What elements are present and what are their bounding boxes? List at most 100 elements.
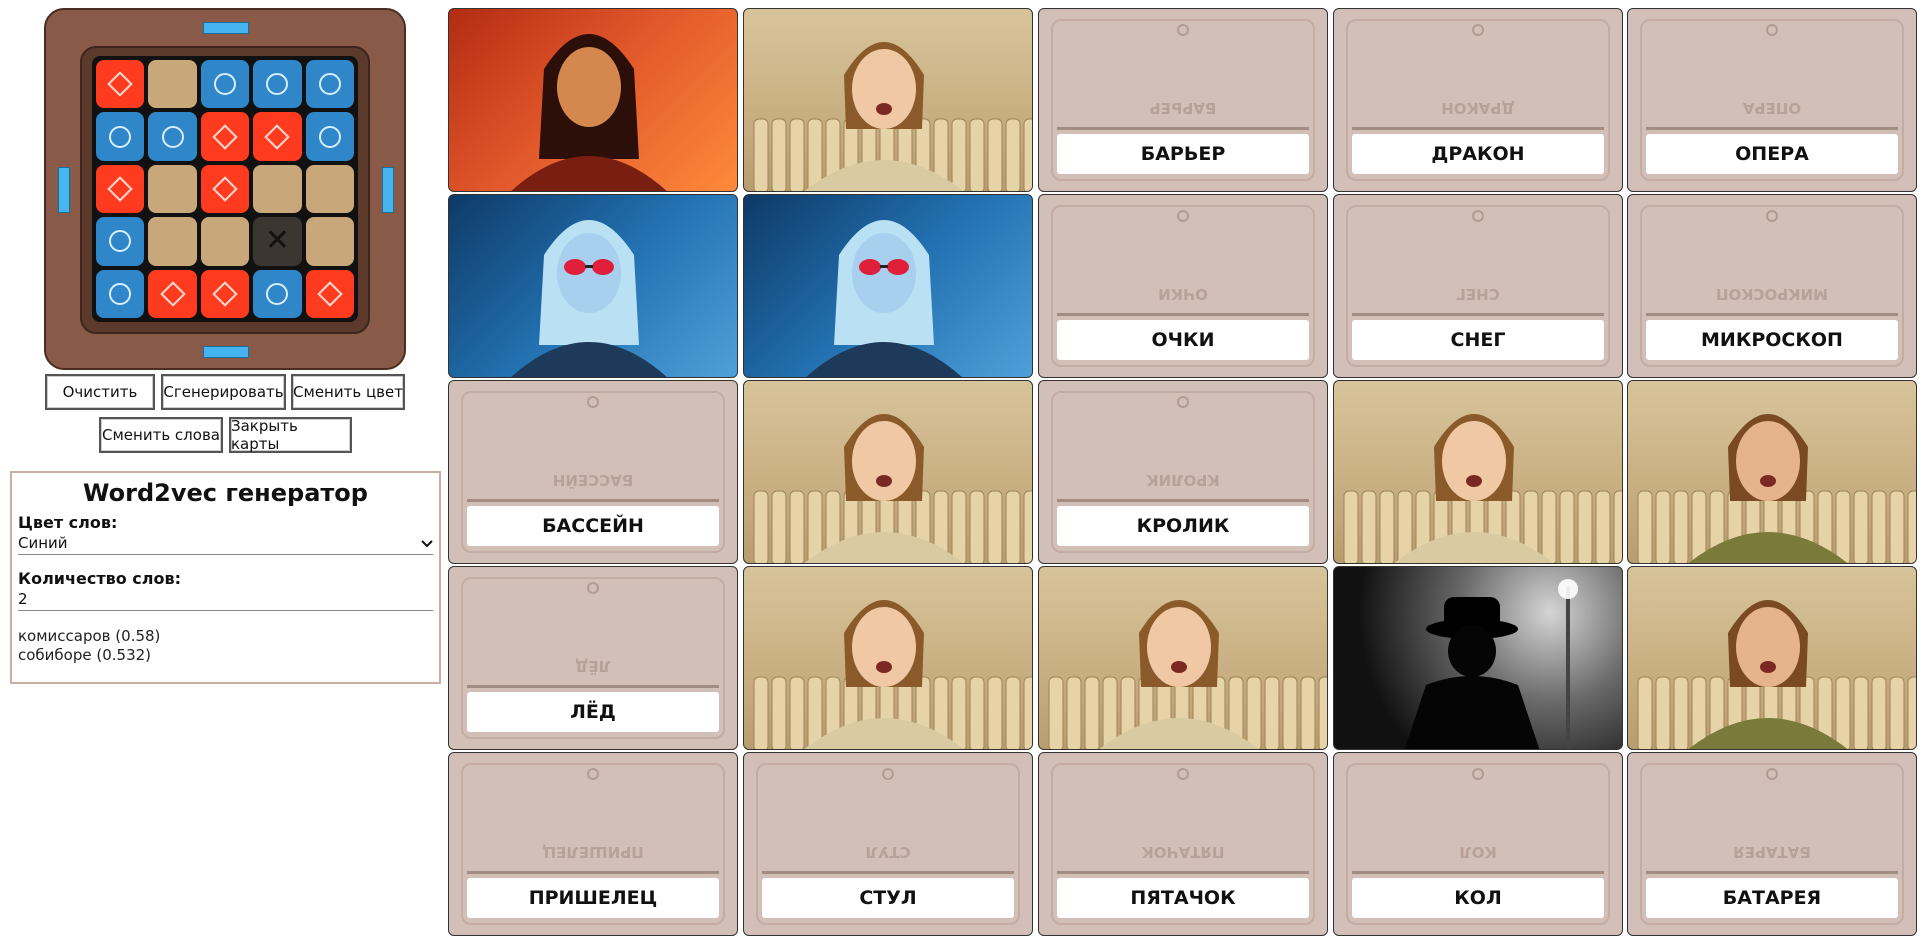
- neutral-agent-card[interactable]: [743, 566, 1033, 750]
- card-mirrored-word: БАССЕЙН: [552, 471, 634, 489]
- card-mirrored-word: ПРИШЕЛЕЦ: [542, 843, 644, 861]
- card-mirrored-word: ОЧКИ: [1158, 285, 1208, 303]
- card-mirrored-word: СТУЛ: [865, 843, 911, 861]
- key-cell-blue: [96, 112, 145, 161]
- diamond-icon: [212, 176, 238, 202]
- key-cell-red: [253, 112, 302, 161]
- count-input[interactable]: 2: [18, 588, 433, 611]
- key-cell-red: [200, 164, 250, 214]
- diamond-icon: [159, 281, 186, 307]
- card-hole-icon: [882, 768, 894, 780]
- assassin-agent-card[interactable]: [1333, 566, 1623, 750]
- card-word-label: ЛЁД: [467, 692, 719, 732]
- color-select[interactable]: Синий: [18, 532, 433, 555]
- word-card[interactable]: КОЛ КОЛ: [1333, 752, 1623, 936]
- card-word-label: КРОЛИК: [1057, 506, 1309, 546]
- key-card-light-bottom: [203, 346, 249, 358]
- card-hole-icon: [1177, 396, 1189, 408]
- card-divider: [1057, 499, 1309, 502]
- word-card[interactable]: ЛЁД ЛЁД: [448, 566, 738, 750]
- key-cell-neutral: [305, 164, 354, 214]
- key-cell-blue: [200, 60, 250, 109]
- card-hole-icon: [1177, 768, 1189, 780]
- key-card-light-left: [58, 167, 70, 213]
- card-hole-icon: [1177, 210, 1189, 222]
- word-card[interactable]: ОПЕРА ОПЕРА: [1627, 8, 1917, 192]
- circle-icon: [266, 282, 289, 305]
- card-hole-icon: [1472, 210, 1484, 222]
- card-divider: [1057, 871, 1309, 874]
- card-mirrored-word: БАРЬЕР: [1149, 99, 1217, 117]
- clear-button[interactable]: Очистить: [45, 374, 155, 410]
- card-divider: [1057, 127, 1309, 130]
- blue-agent-card[interactable]: [448, 194, 738, 378]
- key-card-light-top: [203, 22, 249, 34]
- change-color-button[interactable]: Сменить цвет: [291, 374, 405, 410]
- count-input-value: 2: [18, 590, 28, 608]
- key-cell-blue: [96, 269, 145, 318]
- card-mirrored-word: ЛЁД: [574, 657, 612, 675]
- diamond-icon: [212, 123, 238, 150]
- neutral-agent-card[interactable]: [1333, 380, 1623, 564]
- circle-icon: [109, 125, 132, 148]
- diamond-icon: [107, 71, 133, 97]
- woman-agent-icon: [806, 220, 962, 377]
- generator-title: Word2vec генератор: [83, 479, 368, 507]
- word-card[interactable]: СТУЛ СТУЛ: [743, 752, 1033, 936]
- bystander-woman-icon: [1048, 600, 1327, 749]
- card-mirrored-word: КОЛ: [1459, 843, 1497, 861]
- key-cell-red: [148, 269, 197, 318]
- card-word-label: ОПЕРА: [1646, 134, 1898, 174]
- word-card[interactable]: СНЕГ СНЕГ: [1333, 194, 1623, 378]
- word-card[interactable]: БАССЕЙН БАССЕЙН: [448, 380, 738, 564]
- neutral-agent-card[interactable]: [743, 380, 1033, 564]
- key-cell-red: [305, 269, 354, 318]
- card-word-label: БАССЕЙН: [467, 506, 719, 546]
- card-mirrored-word: СНЕГ: [1456, 285, 1500, 303]
- close-cards-button[interactable]: Закрыть карты: [229, 417, 352, 453]
- assassin-silhouette-icon: [1404, 579, 1578, 749]
- bystander-woman-icon: [753, 600, 1032, 749]
- neutral-agent-card[interactable]: [1627, 380, 1917, 564]
- word-card[interactable]: ПЯТАЧОК ПЯТАЧОК: [1038, 752, 1328, 936]
- card-divider: [1646, 871, 1898, 874]
- key-cell-blue: [148, 112, 197, 161]
- key-cell-neutral: [200, 217, 250, 266]
- woman-agent-icon: [511, 34, 667, 191]
- card-hole-icon: [1472, 24, 1484, 36]
- key-cell-neutral: [148, 164, 197, 214]
- change-words-button[interactable]: Сменить слова: [99, 417, 223, 453]
- red-agent-card[interactable]: [448, 8, 738, 192]
- color-label: Цвет слов:: [18, 513, 118, 532]
- circle-icon: [109, 282, 132, 305]
- word-card[interactable]: КРОЛИК КРОЛИК: [1038, 380, 1328, 564]
- card-word-label: ПРИШЕЛЕЦ: [467, 878, 719, 918]
- card-word-label: СНЕГ: [1352, 320, 1604, 360]
- neutral-agent-card[interactable]: [743, 8, 1033, 192]
- word-card[interactable]: ПРИШЕЛЕЦ ПРИШЕЛЕЦ: [448, 752, 738, 936]
- word-card[interactable]: БАРЬЕР БАРЬЕР: [1038, 8, 1328, 192]
- key-cell-blue: [253, 60, 302, 109]
- bystander-woman-icon: [1343, 414, 1622, 563]
- key-cell-blue: [305, 60, 354, 109]
- key-card-light-right: [382, 167, 394, 213]
- word-card[interactable]: ОЧКИ ОЧКИ: [1038, 194, 1328, 378]
- key-cell-red: [96, 60, 145, 109]
- word-card[interactable]: ДРАКОН ДРАКОН: [1333, 8, 1623, 192]
- card-divider: [1646, 127, 1898, 130]
- card-divider: [467, 685, 719, 688]
- chevron-down-icon: [421, 533, 433, 553]
- generate-button[interactable]: Сгенерировать: [161, 374, 286, 410]
- card-divider: [1352, 871, 1604, 874]
- key-cell-blue: [96, 217, 145, 266]
- result-item: собиборе (0.532): [18, 646, 152, 664]
- neutral-agent-card[interactable]: [1627, 566, 1917, 750]
- word-card[interactable]: БАТАРЕЯ БАТАРЕЯ: [1627, 752, 1917, 936]
- card-mirrored-word: ДРАКОН: [1441, 99, 1515, 117]
- bystander-woman-icon: [753, 42, 1032, 191]
- blue-agent-card[interactable]: [743, 194, 1033, 378]
- key-cell-red: [96, 164, 145, 214]
- word-card[interactable]: МИКРОСКОП МИКРОСКОП: [1627, 194, 1917, 378]
- card-hole-icon: [587, 768, 599, 780]
- neutral-agent-card[interactable]: [1038, 566, 1328, 750]
